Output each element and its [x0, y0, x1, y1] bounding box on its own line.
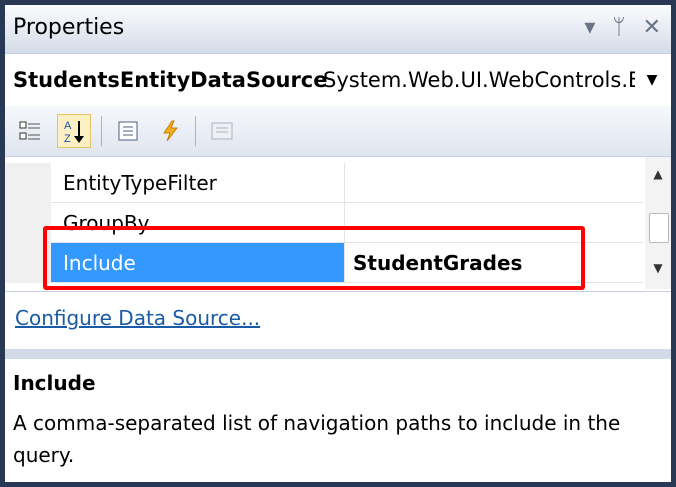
description-pane: Include A comma-separated list of naviga…	[5, 359, 671, 482]
toolbar-separator	[195, 116, 196, 146]
properties-window: Properties ▾ ᛘ ✕ StudentsEntityDataSourc…	[0, 0, 676, 487]
object-type: System.Web.UI.WebControls.E	[323, 68, 635, 92]
alphabetical-icon: A Z	[64, 120, 84, 144]
property-pages-icon	[211, 122, 233, 140]
toolbar-separator	[101, 116, 102, 146]
object-name: StudentsEntityDataSource	[13, 68, 328, 92]
properties-icon	[118, 121, 138, 141]
pin-icon[interactable]: ᛘ	[612, 15, 625, 40]
object-selector[interactable]: StudentsEntityDataSource System.Web.UI.W…	[5, 53, 671, 107]
configure-data-source-link[interactable]: Configure Data Source...	[15, 306, 260, 330]
scroll-down-icon[interactable]: ▼	[645, 261, 671, 275]
highlight-box	[43, 226, 585, 290]
categorized-button[interactable]	[13, 114, 47, 148]
commands-pane: Configure Data Source...	[5, 291, 671, 351]
property-pages-button[interactable]	[205, 114, 239, 148]
title-bar-controls: ▾ ᛘ ✕	[574, 15, 661, 40]
alphabetical-button[interactable]: A Z	[57, 114, 91, 148]
dropdown-icon[interactable]: ▾	[584, 15, 595, 40]
property-name: EntityTypeFilter	[51, 163, 345, 203]
title-bar: Properties ▾ ᛘ ✕	[5, 5, 671, 53]
scroll-up-icon[interactable]: ▲	[645, 167, 671, 181]
svg-text:A: A	[64, 120, 72, 132]
events-icon	[163, 120, 179, 142]
object-dropdown-button[interactable]: ▼	[639, 62, 665, 98]
chevron-down-icon: ▼	[646, 72, 658, 88]
pane-splitter[interactable]	[5, 349, 671, 359]
properties-toolbar: A Z	[5, 106, 671, 157]
property-value[interactable]	[345, 163, 643, 203]
events-button[interactable]	[153, 114, 187, 148]
properties-button[interactable]	[111, 114, 145, 148]
vertical-scrollbar[interactable]: ▲ ▼	[645, 157, 671, 289]
svg-text:Z: Z	[64, 133, 71, 144]
description-heading: Include	[13, 371, 96, 395]
property-row[interactable]: EntityTypeFilter	[5, 163, 643, 203]
categorized-icon	[19, 121, 40, 140]
window-title: Properties	[13, 15, 125, 40]
scroll-thumb[interactable]	[649, 213, 669, 243]
close-icon[interactable]: ✕	[643, 15, 661, 40]
description-text: A comma-separated list of navigation pat…	[13, 411, 621, 467]
